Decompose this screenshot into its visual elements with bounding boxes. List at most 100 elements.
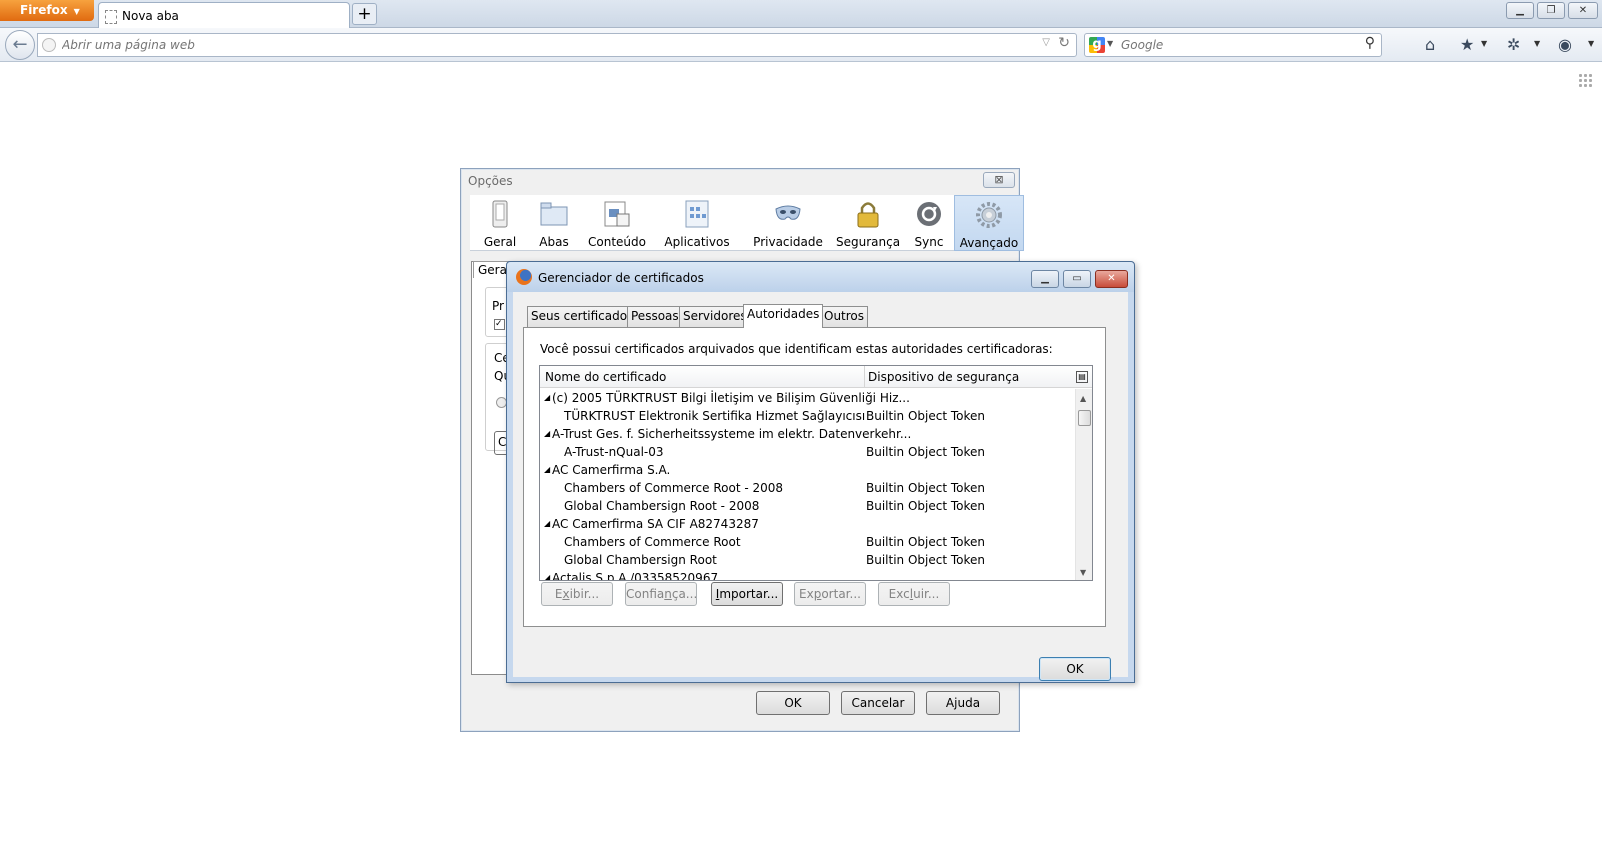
bookmarks-icon[interactable]: ★ [1460, 35, 1474, 54]
pane-sync[interactable]: Sync [908, 195, 950, 251]
pane-aplicativos[interactable]: Aplicativos [658, 195, 736, 251]
twisty-expanded-icon[interactable]: ◢ [544, 393, 550, 402]
firefox-menu-button[interactable]: Firefox ▼ [0, 0, 94, 21]
tab-autoridades[interactable]: Autoridades [743, 304, 824, 328]
security-device: Builtin Object Token [866, 553, 986, 567]
twisty-expanded-icon[interactable]: ◢ [544, 519, 550, 528]
pane-conteudo[interactable]: Conteúdo [586, 195, 648, 251]
security-device: Builtin Object Token [866, 499, 986, 513]
tree-rows: ◢ (c) 2005 TÜRKTRUST Bilgi İletişim ve Bi… [540, 389, 1076, 581]
trust-button[interactable]: Confiança... [625, 582, 697, 606]
tab-pessoas[interactable]: Pessoas [627, 306, 683, 327]
cert-close-button[interactable]: ✕ [1095, 270, 1128, 288]
pane-label: Geral [483, 235, 517, 249]
home-icon[interactable]: ⌂ [1425, 35, 1435, 54]
pane-label: Privacidade [753, 235, 823, 249]
engine-dropdown-icon[interactable]: ▼ [1107, 39, 1113, 48]
tab-outros[interactable]: Outros [820, 306, 869, 327]
apps-grid-icon[interactable] [1578, 73, 1594, 89]
options-ok-button[interactable]: OK [756, 691, 830, 715]
cert-minimize-button[interactable]: ▁ [1031, 270, 1059, 288]
column-separator[interactable] [864, 366, 865, 388]
minimize-button[interactable]: ▁ [1506, 2, 1534, 19]
label-part: uda [957, 696, 981, 710]
column-picker-icon[interactable]: ▤ [1076, 371, 1088, 383]
addon-globe-dropdown-icon[interactable]: ▼ [1588, 39, 1594, 48]
tree-cert-row[interactable]: Global Chambersign Root - 2008 Builtin Ob… [540, 497, 1076, 515]
label-part: ça... [671, 587, 698, 601]
close-icon: ⊠ [994, 173, 1004, 186]
addon-icon[interactable]: ✲ [1507, 35, 1520, 54]
tree-group-row[interactable]: ◢ AC Camerfirma SA CIF A82743287 [540, 515, 1076, 533]
cert-name: Actalis S.p.A./03358520967 [552, 571, 719, 581]
close-window-button[interactable]: ✕ [1568, 2, 1598, 19]
tab-servidores[interactable]: Servidores [679, 306, 751, 327]
back-arrow-icon[interactable]: ← [5, 30, 35, 60]
twisty-expanded-icon[interactable]: ◢ [544, 465, 550, 474]
search-input[interactable] [1119, 36, 1349, 54]
tree-group-row[interactable]: ◢ A-Trust Ges. f. Sicherheitssysteme im e… [540, 425, 1076, 443]
tree-cert-row[interactable]: Global Chambersign Root Builtin Object To… [540, 551, 1076, 569]
tab-title: Nova aba [122, 9, 179, 23]
column-header-name[interactable]: Nome do certificado [545, 370, 666, 384]
security-device: Builtin Object Token [866, 481, 986, 495]
view-button[interactable]: Exibir... [541, 582, 613, 606]
tree-group-row[interactable]: ◢ Actalis S.p.A./03358520967 [540, 569, 1076, 581]
options-title: Opções [468, 174, 513, 188]
tabs-icon [540, 202, 568, 226]
search-bar[interactable]: g ▼ ⚲ [1084, 33, 1382, 57]
pane-geral[interactable]: Geral [478, 195, 522, 251]
addon-dropdown-icon[interactable]: ▼ [1534, 39, 1540, 48]
url-input[interactable] [60, 36, 1020, 54]
import-button[interactable]: Importar... [711, 582, 783, 606]
authorities-panel: Você possui certificados arquivados que … [523, 327, 1106, 627]
twisty-expanded-icon[interactable]: ◢ [544, 573, 550, 580]
cert-name: Chambers of Commerce Root [564, 535, 741, 549]
tab-seus-certificados[interactable]: Seus certificados [527, 306, 638, 327]
options-cancel-button[interactable]: Cancelar [841, 691, 915, 715]
export-button[interactable]: Exportar... [794, 582, 866, 606]
addon-globe-icon[interactable]: ◉ [1558, 35, 1572, 54]
certificate-tree[interactable]: Nome do certificado Dispositivo de segur… [539, 365, 1093, 581]
google-icon[interactable]: g [1089, 37, 1105, 53]
advanced-gear-icon [976, 202, 1002, 228]
restore-button[interactable]: ❐ [1537, 2, 1565, 19]
delete-button[interactable]: Excluir... [878, 582, 950, 606]
scroll-up-icon[interactable]: ▲ [1080, 394, 1086, 403]
search-icon[interactable]: ⚲ [1365, 35, 1375, 51]
access-key: n [664, 587, 672, 601]
options-help-button[interactable]: Ajuda [926, 691, 1000, 715]
tree-group-row[interactable]: ◢ (c) 2005 TÜRKTRUST Bilgi İletişim ve Bi… [540, 389, 1076, 407]
tab-new-tab[interactable]: Nova aba [98, 2, 350, 28]
tree-group-row[interactable]: ◢ AC Camerfirma S.A. [540, 461, 1076, 479]
cert-maximize-button[interactable]: ▭ [1063, 270, 1091, 288]
pane-label: Sync [914, 235, 944, 249]
pane-seguranca[interactable]: Segurança [836, 195, 900, 251]
label-part: uir... [913, 587, 940, 601]
pane-avancado[interactable]: Avançado [954, 195, 1024, 251]
tree-cert-row[interactable]: Chambers of Commerce Root - 2008 Builtin … [540, 479, 1076, 497]
reload-icon[interactable]: ↻ [1058, 35, 1070, 51]
access-key: x [562, 587, 570, 601]
new-tab-button[interactable]: + [352, 3, 377, 25]
label-part: Exc [888, 587, 910, 601]
blank-page-icon [105, 9, 117, 24]
history-dropdown-icon[interactable]: ▽ [1042, 37, 1050, 48]
cert-ok-button[interactable]: OK [1039, 657, 1111, 681]
tree-scrollbar[interactable]: ▲ ▼ [1075, 389, 1092, 580]
twisty-expanded-icon[interactable]: ◢ [544, 429, 550, 438]
tree-cert-row[interactable]: A-Trust-nQual-03 Builtin Object Token [540, 443, 1076, 461]
tree-cert-row[interactable]: TÜRKTRUST Elektronik Sertifika Hizmet Sa… [540, 407, 1076, 425]
pane-abas[interactable]: Abas [534, 195, 574, 251]
scroll-down-icon[interactable]: ▼ [1080, 568, 1086, 577]
column-header-device[interactable]: Dispositivo de segurança [868, 370, 1019, 384]
url-bar[interactable]: ▽ ↻ [37, 33, 1077, 57]
checkbox[interactable]: ✓ [494, 319, 505, 330]
tree-cert-row[interactable]: Chambers of Commerce Root Builtin Object … [540, 533, 1076, 551]
caret-down-icon: ▼ [73, 7, 80, 16]
scroll-thumb[interactable] [1078, 410, 1091, 426]
options-close-button[interactable]: ⊠ [983, 172, 1015, 188]
bookmarks-dropdown-icon[interactable]: ▼ [1481, 39, 1487, 48]
pane-label: Avançado [959, 236, 1019, 250]
pane-privacidade[interactable]: Privacidade [746, 195, 830, 251]
